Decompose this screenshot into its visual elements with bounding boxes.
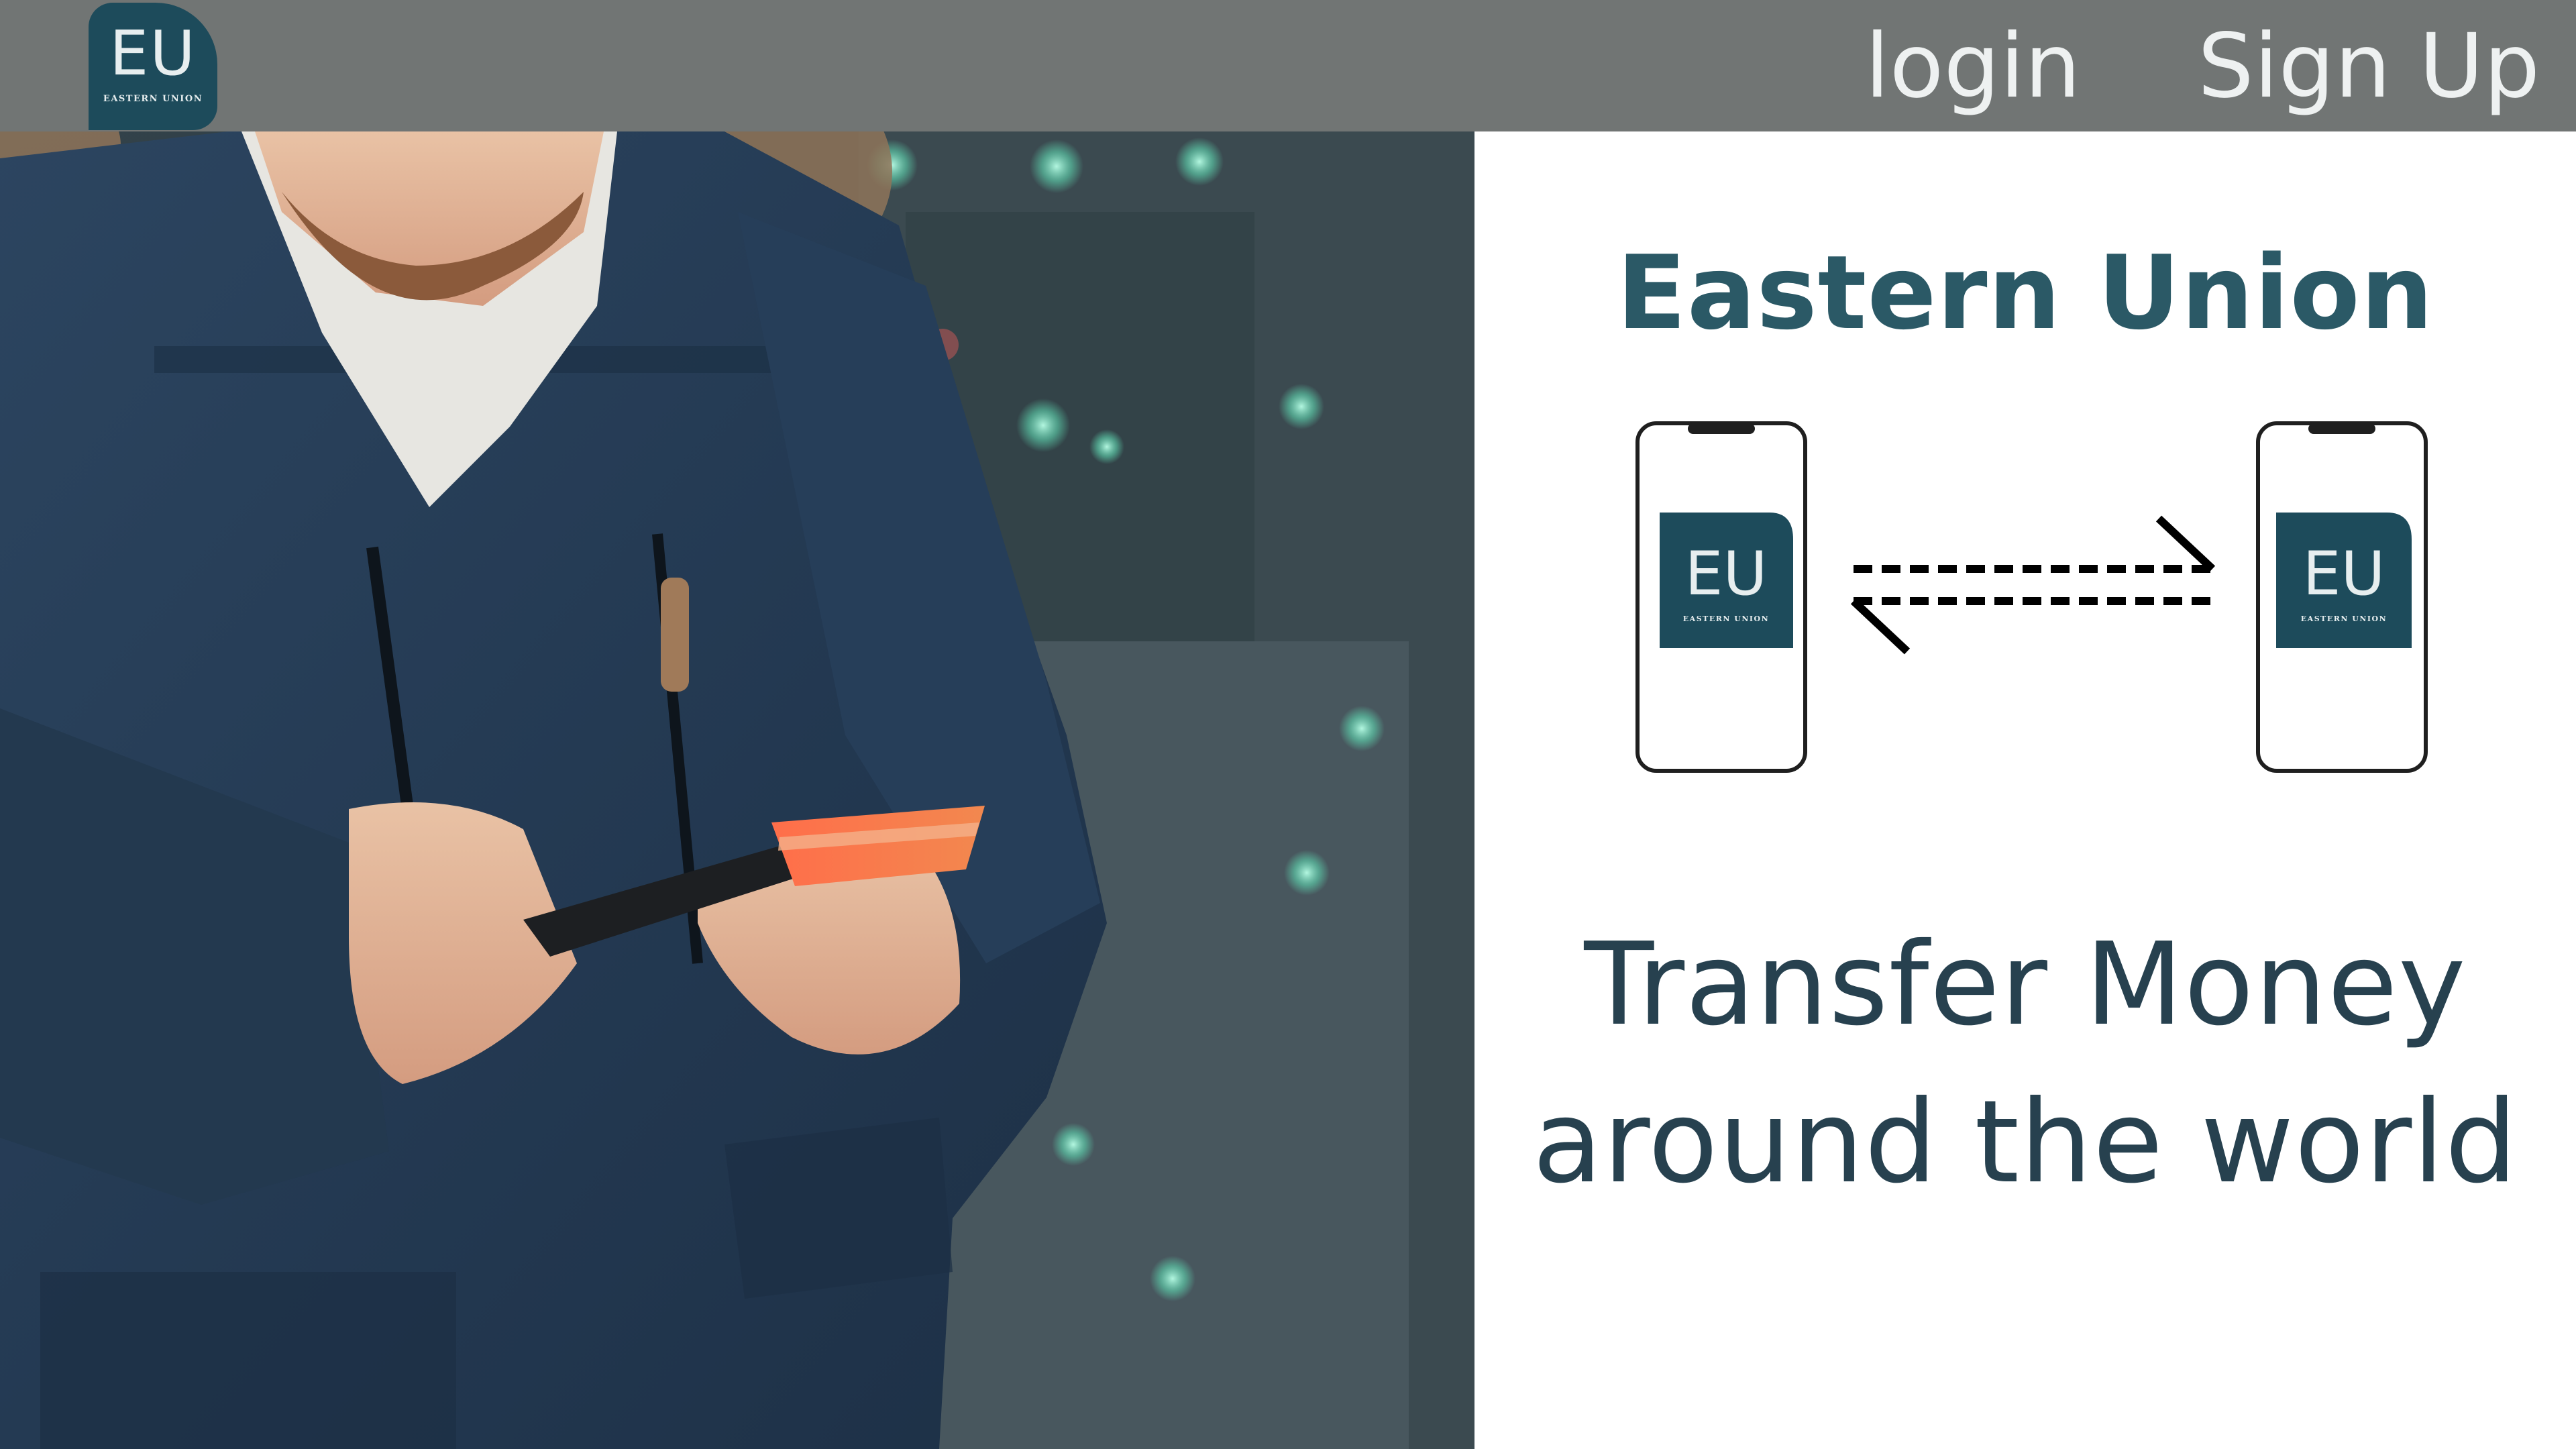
- hero-illustration: [0, 131, 1474, 1449]
- hero-photo: [0, 131, 1474, 1449]
- right-phone: EU EASTERN UNION: [2256, 421, 2428, 773]
- brand-logo[interactable]: EU EASTERN UNION: [89, 3, 217, 130]
- hero-panel: Eastern Union EU EASTERN UNION EU EASTER…: [1474, 131, 2576, 1449]
- tagline-line-1: Transfer Money: [1584, 918, 2467, 1051]
- top-bar: EU EASTERN UNION login Sign Up: [0, 0, 2576, 131]
- logo-caption: EASTERN UNION: [103, 94, 203, 104]
- right-phone-logo-caption: EASTERN UNION: [2301, 614, 2387, 623]
- left-phone-logo-caption: EASTERN UNION: [1683, 614, 1769, 623]
- left-phone: EU EASTERN UNION: [1635, 421, 1807, 773]
- dashed-transfer-arrows-icon: [1850, 515, 2216, 655]
- login-link[interactable]: login: [1865, 22, 2081, 111]
- tagline-line-2: around the world: [1532, 1076, 2518, 1209]
- tagline: Transfer Money around the world: [1474, 906, 2576, 1222]
- right-phone-logo-mark: EU: [2303, 539, 2385, 609]
- signup-link[interactable]: Sign Up: [2198, 22, 2540, 111]
- brand-title: Eastern Union: [1616, 233, 2434, 352]
- left-phone-logo-mark: EU: [1685, 539, 1768, 609]
- transfer-diagram: EU EASTERN UNION EU EASTERN UNION: [1635, 421, 2428, 773]
- logo-mark: EU: [109, 17, 197, 89]
